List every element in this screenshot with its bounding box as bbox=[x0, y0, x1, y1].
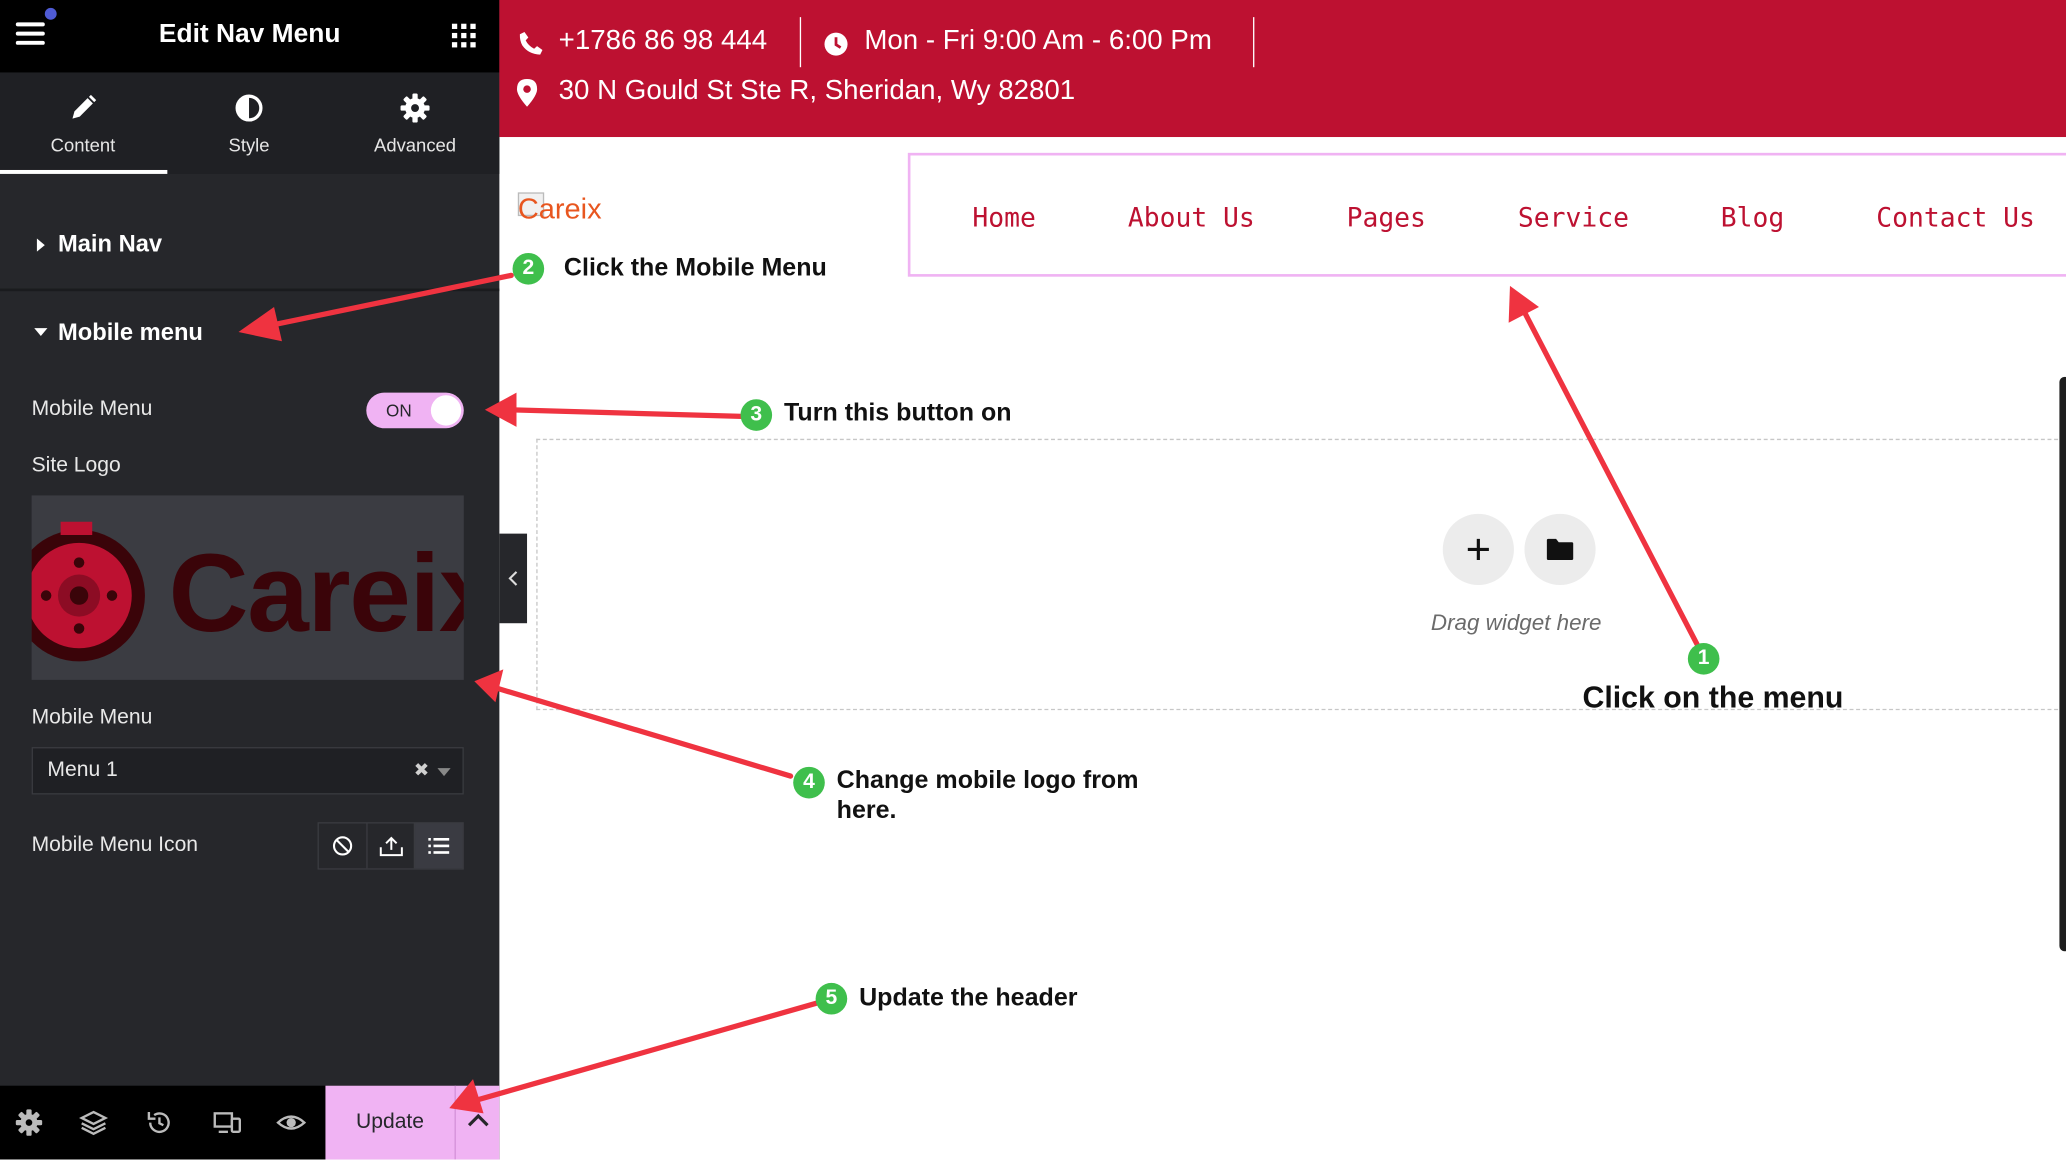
step-note-3: Turn this button on bbox=[783, 399, 1012, 427]
step-badge-2: 2 bbox=[512, 252, 545, 285]
step-note-2: Click the Mobile Menu bbox=[563, 254, 827, 282]
step-badge-1: 1 bbox=[1687, 642, 1720, 675]
step-note-4: Change mobile logo from here. bbox=[836, 766, 1139, 825]
step-badge-5: 5 bbox=[815, 982, 848, 1015]
step-badge-3: 3 bbox=[740, 399, 773, 431]
app-root: Edit Nav Menu Content Style Advanced Mai… bbox=[0, 0, 2066, 1160]
step-note-5: Update the header bbox=[859, 984, 1078, 1012]
step-badge-4: 4 bbox=[793, 766, 825, 799]
step-note-1: Click on the menu bbox=[1582, 679, 1844, 715]
